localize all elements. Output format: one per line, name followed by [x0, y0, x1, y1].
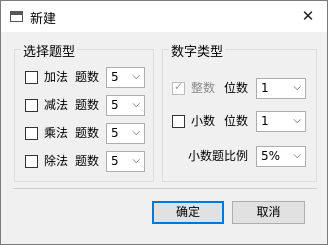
integer-digits-value: 1 [261, 81, 269, 95]
addition-count-value: 5 [111, 70, 119, 84]
decimal-digits-label: 位数 [224, 114, 249, 128]
division-count-label: 题数 [75, 154, 100, 168]
addition-count-select[interactable]: 5 ⌵ [106, 67, 145, 88]
subtraction-count-select[interactable]: 5 ⌵ [106, 95, 145, 116]
divider [13, 188, 317, 189]
integer-digits-select[interactable]: 1 ⌵ [256, 78, 306, 99]
division-label: 除法 [44, 154, 69, 168]
subtraction-count-value: 5 [111, 98, 119, 112]
number-type-group-title: 数字类型 [169, 41, 226, 60]
decimal-checkbox[interactable] [172, 115, 185, 128]
question-type-group: 选择题型 加法 题数 5 ⌵ 减法 题数 5 ⌵ 乘法 题数 5 ⌵ 除法 题数… [14, 41, 154, 182]
multiplication-count-label: 题数 [75, 126, 100, 140]
decimal-label: 小数 [191, 114, 216, 128]
new-dialog: 新建 ✕ 选择题型 加法 题数 5 ⌵ 减法 题数 5 ⌵ 乘法 题数 5 ⌵ … [0, 0, 328, 245]
integer-label: 整数 [191, 81, 216, 95]
multiplication-count-select[interactable]: 5 ⌵ [106, 123, 145, 144]
number-type-group: 数字类型 整数 位数 1 ⌵ 小数 位数 1 ⌵ 小数题比例 5% ⌵ [162, 41, 317, 182]
multiplication-label: 乘法 [44, 126, 69, 140]
addition-label: 加法 [44, 70, 69, 84]
decimal-ratio-value: 5% [261, 149, 281, 163]
division-count-select[interactable]: 5 ⌵ [106, 151, 145, 172]
chevron-down-icon: ⌵ [132, 99, 140, 110]
addition-count-label: 题数 [75, 70, 100, 84]
decimal-ratio-label: 小数题比例 [188, 149, 249, 163]
division-checkbox[interactable] [25, 155, 38, 168]
decimal-ratio-select[interactable]: 5% ⌵ [256, 146, 306, 167]
integer-digits-label: 位数 [224, 81, 249, 95]
decimal-digits-value: 1 [261, 114, 269, 128]
multiplication-checkbox[interactable] [25, 127, 38, 140]
decimal-digits-select[interactable]: 1 ⌵ [256, 111, 306, 132]
chevron-down-icon: ⌵ [132, 71, 140, 82]
division-count-value: 5 [111, 154, 119, 168]
ok-button[interactable]: 确定 [152, 201, 224, 224]
dialog-title: 新建 [30, 12, 57, 27]
subtraction-label: 减法 [44, 98, 69, 112]
chevron-down-icon: ⌵ [293, 115, 301, 126]
chevron-down-icon: ⌵ [132, 127, 140, 138]
close-icon[interactable]: ✕ [296, 5, 320, 27]
subtraction-count-label: 题数 [75, 98, 100, 112]
integer-checkbox[interactable] [172, 80, 185, 95]
cancel-button[interactable]: 取消 [232, 201, 305, 224]
chevron-down-icon: ⌵ [293, 82, 301, 93]
subtraction-checkbox[interactable] [25, 99, 38, 112]
question-type-group-title: 选择题型 [21, 41, 78, 60]
chevron-down-icon: ⌵ [293, 150, 301, 161]
window-icon [10, 11, 23, 22]
chevron-down-icon: ⌵ [132, 155, 140, 166]
multiplication-count-value: 5 [111, 126, 119, 140]
title-bar: 新建 ✕ [1, 1, 327, 32]
addition-checkbox[interactable] [25, 71, 38, 84]
